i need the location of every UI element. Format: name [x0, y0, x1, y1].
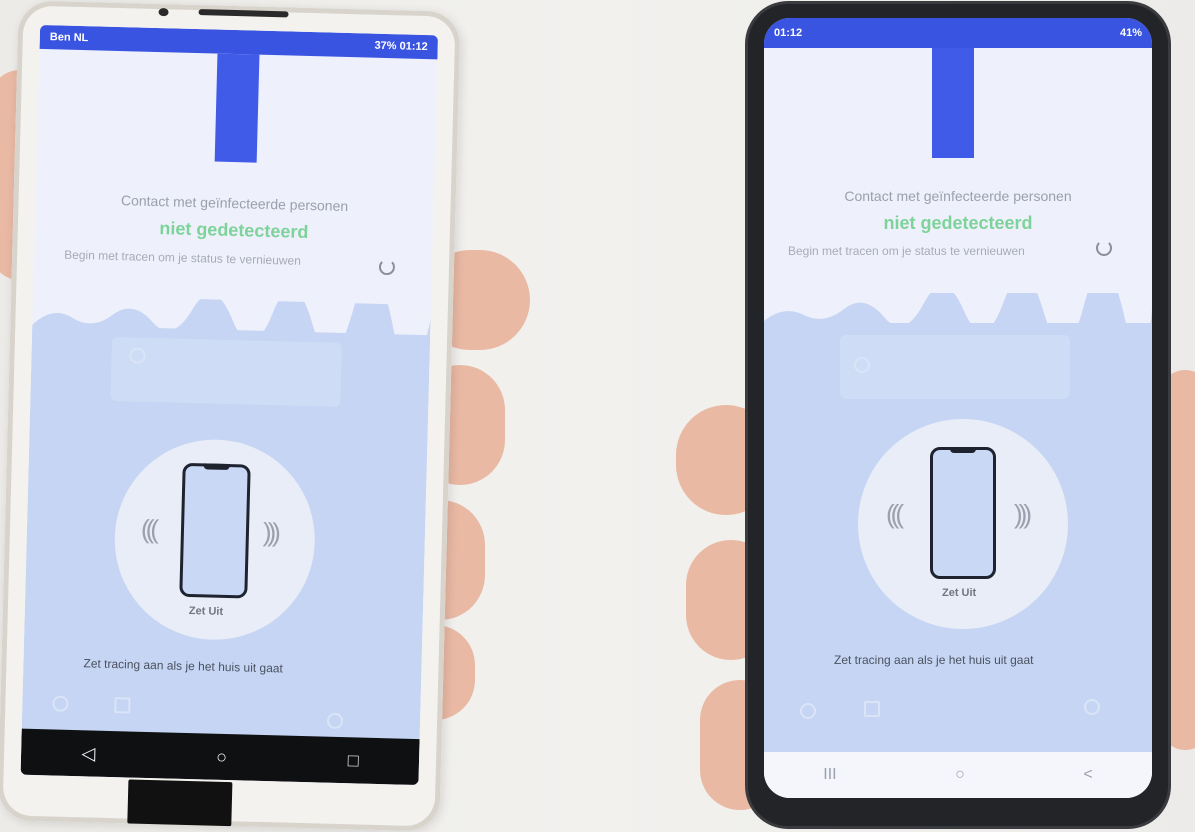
refresh-icon[interactable] — [378, 258, 396, 276]
refresh-icon[interactable] — [1096, 240, 1112, 256]
faded-settings-icon — [326, 712, 344, 730]
tracing-hint: Zet tracing aan als je het huis uit gaat — [83, 656, 284, 676]
front-camera — [158, 8, 169, 17]
status-word: niet gedetecteerd — [159, 218, 309, 243]
phone-icon — [179, 462, 251, 599]
battery-time-text: 37% 01:12 — [374, 39, 428, 54]
earpiece — [198, 9, 289, 18]
tracing-toggle-circle[interactable]: ((( ))) Zet Uit — [858, 419, 1068, 629]
phone-icon — [930, 447, 996, 579]
contact-title: Contact met geïnfecteerde personen — [120, 192, 349, 215]
signal-waves-left-icon: ((( — [140, 513, 156, 545]
tracing-hint: Zet tracing aan als je het huis uit gaat — [834, 653, 1034, 667]
recents-button[interactable]: □ — [347, 750, 358, 771]
faded-warning-icon — [864, 701, 880, 717]
signal-waves-left-icon: ((( — [886, 499, 904, 529]
right-phone-screen: 01:12 41% Contact met geïnfecteerde pers… — [764, 18, 1152, 798]
wave-shape — [764, 293, 1152, 333]
time-text: 01:12 — [774, 27, 803, 39]
signal-waves-right-icon: ))) — [262, 516, 278, 548]
faded-card — [840, 335, 1070, 399]
battery-text: 41% — [1119, 27, 1142, 39]
home-button[interactable]: ○ — [216, 746, 227, 767]
back-button[interactable]: ◁ — [81, 743, 95, 764]
faded-settings-icon — [1084, 699, 1100, 715]
toggle-label: Zet Uit — [188, 605, 224, 618]
toggle-label: Zet Uit — [942, 587, 977, 599]
android-nav-bar: III ○ < — [764, 752, 1152, 798]
refresh-hint: Begin met tracen om je status te vernieu… — [63, 247, 302, 268]
android-nav-bar: ◁ ○ □ — [20, 728, 420, 786]
faded-info-icon — [800, 703, 816, 719]
status-bar: 01:12 41% — [764, 18, 1152, 48]
accent-tab — [932, 48, 974, 158]
left-phone: Ben NL 37% 01:12 Contact met geïnfecteer… — [0, 0, 461, 832]
contact-title: Contact met geïnfecteerde personen — [844, 188, 1072, 204]
faded-card — [110, 336, 342, 407]
accent-tab — [214, 53, 260, 163]
faded-clock-icon — [854, 357, 870, 373]
faded-warning-icon — [114, 697, 131, 714]
wave-background: ((( ))) Zet Uit Zet tracing aan als je h… — [20, 294, 431, 786]
photo-scene: Ben NL 37% 01:12 Contact met geïnfecteer… — [0, 0, 1195, 832]
wave-background: ((( ))) Zet Uit Zet tracing aan als je h… — [764, 293, 1152, 798]
left-phone-screen: Ben NL 37% 01:12 Contact met geïnfecteer… — [20, 24, 439, 786]
signal-waves-right-icon: ))) — [1014, 499, 1032, 529]
status-word: niet gedetecteerd — [883, 213, 1033, 233]
refresh-hint: Begin met tracen om je status te vernieu… — [788, 244, 1025, 258]
redaction-block — [127, 779, 233, 827]
back-button[interactable]: < — [1083, 766, 1092, 784]
home-button[interactable]: ○ — [955, 766, 965, 784]
wave-shape — [32, 294, 431, 346]
recents-button[interactable]: III — [823, 766, 836, 784]
faded-info-icon — [52, 695, 69, 712]
right-phone: 01:12 41% Contact met geïnfecteerde pers… — [748, 4, 1168, 826]
tracing-toggle-circle[interactable]: ((( ))) Zet Uit — [112, 437, 318, 643]
carrier-text: Ben NL — [49, 31, 89, 45]
